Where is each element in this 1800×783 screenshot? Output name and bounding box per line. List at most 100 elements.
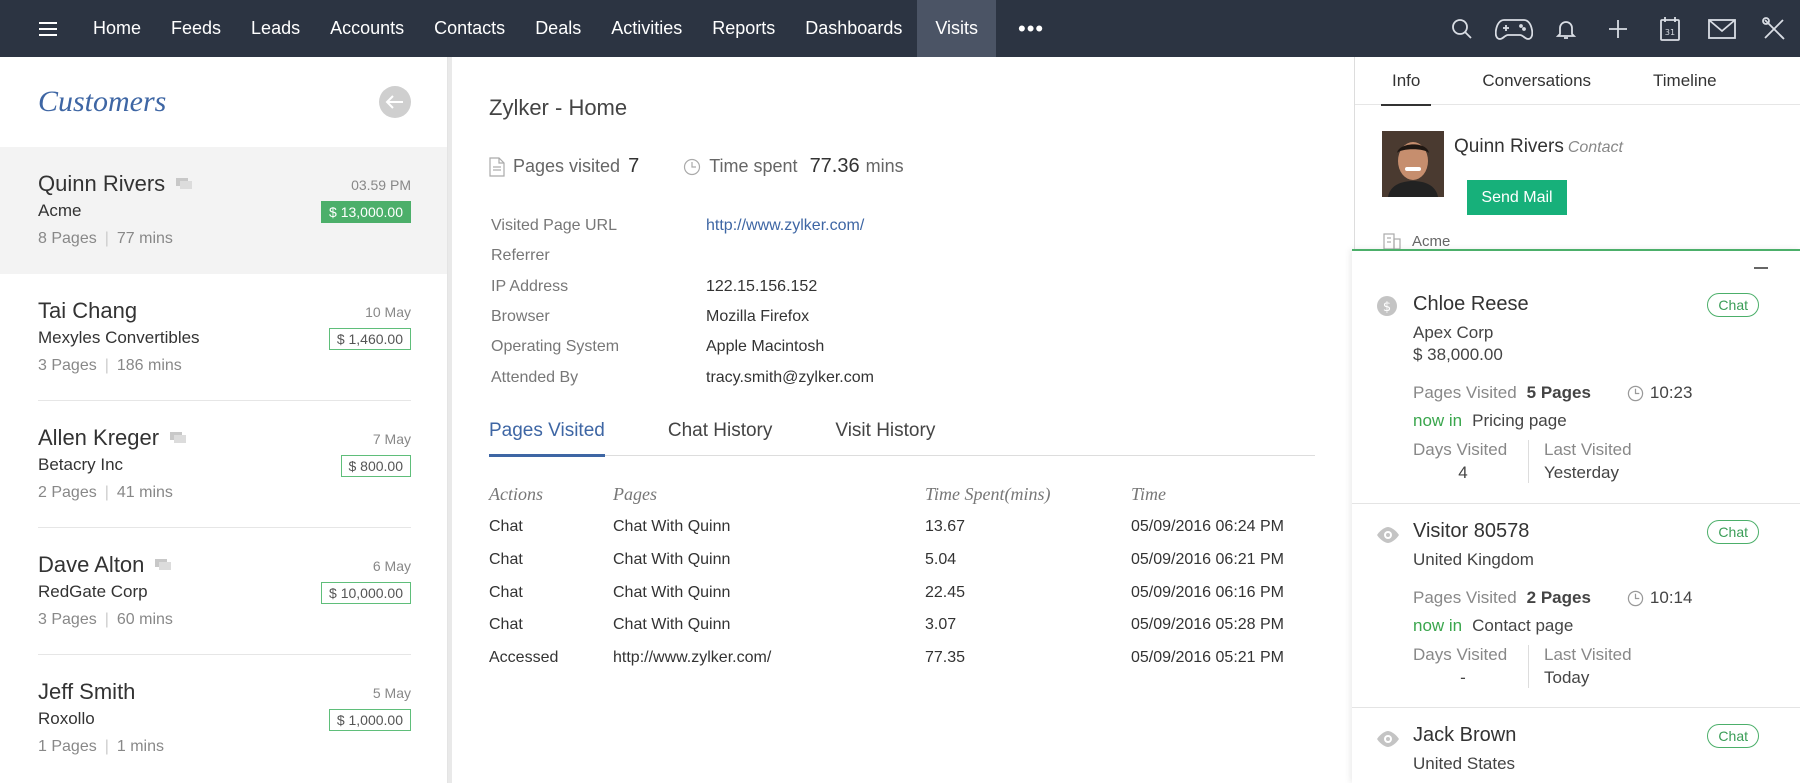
customer-pages: 2 Pages <box>38 484 97 501</box>
tab-pages-visited[interactable]: Pages Visited <box>489 414 668 457</box>
visited-url-link[interactable]: http://www.zylker.com/ <box>706 217 864 235</box>
back-arrow-icon[interactable] <box>379 86 411 118</box>
contact-account: Acme <box>1412 232 1451 250</box>
visitor-location: United Kingdom <box>1413 550 1534 569</box>
detail-label: IP Address <box>491 277 569 295</box>
send-mail-button[interactable]: Send Mail <box>1467 180 1567 215</box>
last-visited-value: Today <box>1544 668 1590 687</box>
customer-item[interactable]: Tai Chang Mexyles Convertibles 3 Pages | 1… <box>0 274 447 401</box>
deal-amount-badge: $ 1,460.00 <box>328 328 411 350</box>
visitor-location: United States <box>1413 754 1516 773</box>
customer-item[interactable]: Quinn Rivers Acme 8 Pages | 77 mins 03.59 … <box>0 147 447 274</box>
chat-bubble-icon <box>176 178 193 189</box>
visit-details-panel: Zylker - Home Pages visited 7 Time spent… <box>452 57 1352 783</box>
customer-item[interactable]: Jeff Smith Roxollo 1 Pages | 1 mins 5 May … <box>0 655 447 782</box>
search-icon[interactable] <box>1436 0 1488 57</box>
table-cell: 77.35 <box>925 649 966 667</box>
table-row: Accessed http://www.zylker.com/ 77.35 05… <box>489 642 1315 675</box>
table-cell: 5.04 <box>925 551 957 569</box>
pages-visited-value: 5 Pages <box>1526 383 1591 402</box>
nav-feeds[interactable]: Feeds <box>156 0 236 57</box>
tools-icon[interactable] <box>1748 0 1800 57</box>
chat-button[interactable]: Chat <box>1707 724 1759 748</box>
deal-amount-badge: $ 1,000.00 <box>328 709 411 731</box>
detail-label: Operating System <box>491 338 620 356</box>
nav-deals[interactable]: Deals <box>520 0 596 57</box>
tab-timeline[interactable]: Timeline <box>1642 57 1728 105</box>
mail-icon[interactable] <box>1696 0 1748 57</box>
visitor-card[interactable]: Visitor 80578 Chat United Kingdom Pages … <box>1352 504 1800 708</box>
deal-amount-badge: $ 10,000.00 <box>321 582 411 604</box>
customer-time: 6 May <box>372 558 411 574</box>
customer-mins: 186 mins <box>116 357 182 374</box>
minimize-icon[interactable] <box>1754 267 1768 269</box>
table-cell: Chat With Quinn <box>613 518 731 536</box>
customer-item[interactable]: Allen Kreger Betacry Inc 2 Pages | 41 mins… <box>0 401 447 528</box>
current-page: Pricing page <box>1472 411 1567 430</box>
ip-address-value: 122.15.156.152 <box>706 277 818 295</box>
table-row: Chat Chat With Quinn 13.67 05/09/2016 06… <box>489 511 1315 544</box>
calendar-icon[interactable]: 31 <box>1644 0 1696 57</box>
visit-tabs: Pages Visited Chat History Visit History <box>489 414 1315 457</box>
nav-dashboards[interactable]: Dashboards <box>790 0 917 57</box>
nav-leads[interactable]: Leads <box>236 0 315 57</box>
chat-bubble-icon <box>170 432 187 443</box>
menu-icon[interactable] <box>39 21 57 36</box>
days-visited-label: Days Visited <box>1413 645 1508 664</box>
time-spent-value: 77.36 <box>809 155 860 177</box>
customer-name: Dave Alton <box>38 552 145 577</box>
table-cell: Chat With Quinn <box>613 616 731 634</box>
gamepad-icon[interactable] <box>1488 0 1540 57</box>
last-visited-value: Yesterday <box>1544 463 1619 482</box>
clock-icon <box>1627 590 1644 606</box>
nav-reports[interactable]: Reports <box>697 0 790 57</box>
customers-panel: Customers Quinn Rivers Acme 8 Pages | 77 m… <box>0 57 448 783</box>
days-visited-value: - <box>1460 668 1466 687</box>
pages-visited-value: 2 Pages <box>1526 588 1591 607</box>
now-in-label: now in <box>1413 616 1463 635</box>
days-visited-label: Days Visited <box>1413 440 1508 459</box>
live-visitors-panel: $ Chloe Reese Chat Apex Corp $ 38,000.00… <box>1352 249 1800 783</box>
customer-name: Jeff Smith <box>38 679 136 704</box>
nav-accounts[interactable]: Accounts <box>315 0 419 57</box>
plus-icon[interactable] <box>1592 0 1644 57</box>
pages-visited-label: Pages Visited <box>1413 383 1517 402</box>
customer-time: 03.59 PM <box>351 177 411 193</box>
last-visited-label: Last Visited <box>1544 440 1632 459</box>
chat-button[interactable]: Chat <box>1707 293 1759 317</box>
customer-item[interactable]: Dave Alton RedGate Corp 3 Pages | 60 mins … <box>0 528 447 655</box>
tab-visit-history[interactable]: Visit History <box>835 414 998 456</box>
deal-amount-badge: $ 13,000.00 <box>321 201 411 223</box>
visit-stats: Pages visited 7 Time spent 77.36 mins <box>489 155 904 178</box>
clock-icon <box>684 158 701 175</box>
customers-header: Customers <box>0 57 447 147</box>
column-header: Time <box>1131 483 1167 504</box>
nav-contacts[interactable]: Contacts <box>419 0 520 57</box>
visitor-card[interactable]: $ Chloe Reese Chat Apex Corp $ 38,000.00… <box>1352 277 1800 504</box>
last-visited-label: Last Visited <box>1544 645 1632 664</box>
dollar-icon: $ <box>1377 296 1397 316</box>
more-icon[interactable]: ••• <box>996 0 1066 57</box>
table-cell: 05/09/2016 05:21 PM <box>1131 649 1285 667</box>
column-header: Time Spent(mins) <box>925 483 1051 504</box>
visitor-company: Apex Corp <box>1413 323 1494 342</box>
customer-time: 5 May <box>372 685 411 701</box>
table-cell: Chat With Quinn <box>613 583 731 601</box>
nav-home[interactable]: Home <box>78 0 156 57</box>
chat-button[interactable]: Chat <box>1707 520 1759 544</box>
bell-icon[interactable] <box>1540 0 1592 57</box>
table-cell: 22.45 <box>925 583 966 601</box>
clock-icon <box>1627 385 1644 401</box>
attended-by-value: tracy.smith@zylker.com <box>706 368 874 386</box>
visitor-card[interactable]: Jack Brown Chat United States <box>1352 708 1800 783</box>
table-row: Chat Chat With Quinn 3.07 05/09/2016 05:… <box>489 609 1315 642</box>
visit-duration: 10:14 <box>1649 588 1693 607</box>
table-cell: 13.67 <box>925 518 966 536</box>
avatar <box>1382 131 1444 197</box>
current-page: Contact page <box>1472 616 1574 635</box>
nav-visits[interactable]: Visits <box>917 0 997 57</box>
tab-info[interactable]: Info <box>1381 57 1432 106</box>
tab-conversations[interactable]: Conversations <box>1471 57 1602 105</box>
nav-activities[interactable]: Activities <box>596 0 697 57</box>
tab-chat-history[interactable]: Chat History <box>668 414 836 456</box>
